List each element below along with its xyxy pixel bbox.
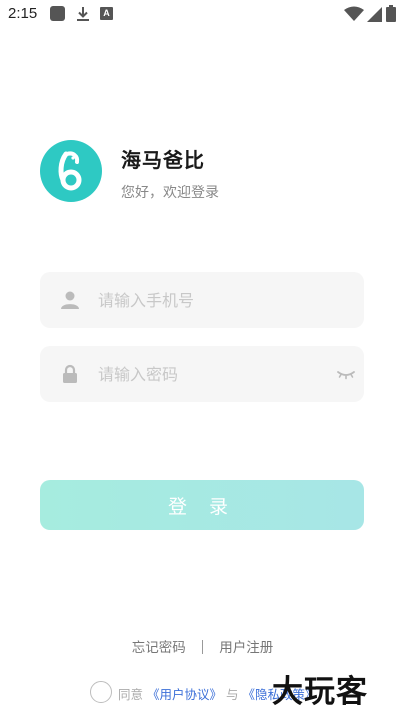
watermark: 大玩客	[272, 674, 368, 710]
seahorse-logo-icon	[58, 151, 82, 191]
welcome-text: 您好，欢迎登录	[121, 185, 219, 201]
lock-icon	[63, 364, 77, 383]
login-button[interactable]: 登 录	[40, 480, 364, 530]
download-icon	[77, 7, 89, 21]
wifi-icon	[344, 6, 364, 21]
user-icon	[61, 291, 79, 309]
status-time: 2:15	[8, 5, 38, 22]
register-link[interactable]: 用户注册	[219, 636, 273, 656]
password-field[interactable]	[40, 346, 364, 402]
account-links: 忘记密码 用户注册	[0, 636, 405, 656]
user-agreement-link[interactable]: 《用户协议》	[147, 687, 222, 702]
password-input[interactable]	[98, 346, 348, 402]
a-icon: A	[100, 7, 113, 20]
forgot-password-link[interactable]: 忘记密码	[132, 636, 186, 656]
app-name: 海马爸比	[121, 148, 205, 172]
battery-icon	[386, 5, 396, 22]
phone-input[interactable]	[98, 272, 348, 328]
status-bar: 2:15 A	[0, 0, 405, 28]
gallery-icon	[50, 6, 65, 21]
phone-field[interactable]	[40, 272, 364, 328]
app-logo	[40, 140, 102, 202]
signal-icon	[367, 7, 382, 22]
agreement-prefix: 同意	[118, 687, 144, 702]
agreement-checkbox[interactable]	[90, 681, 112, 703]
divider	[202, 640, 203, 654]
eye-closed-icon[interactable]	[336, 366, 356, 382]
agreement-conjunction: 与	[226, 687, 239, 702]
